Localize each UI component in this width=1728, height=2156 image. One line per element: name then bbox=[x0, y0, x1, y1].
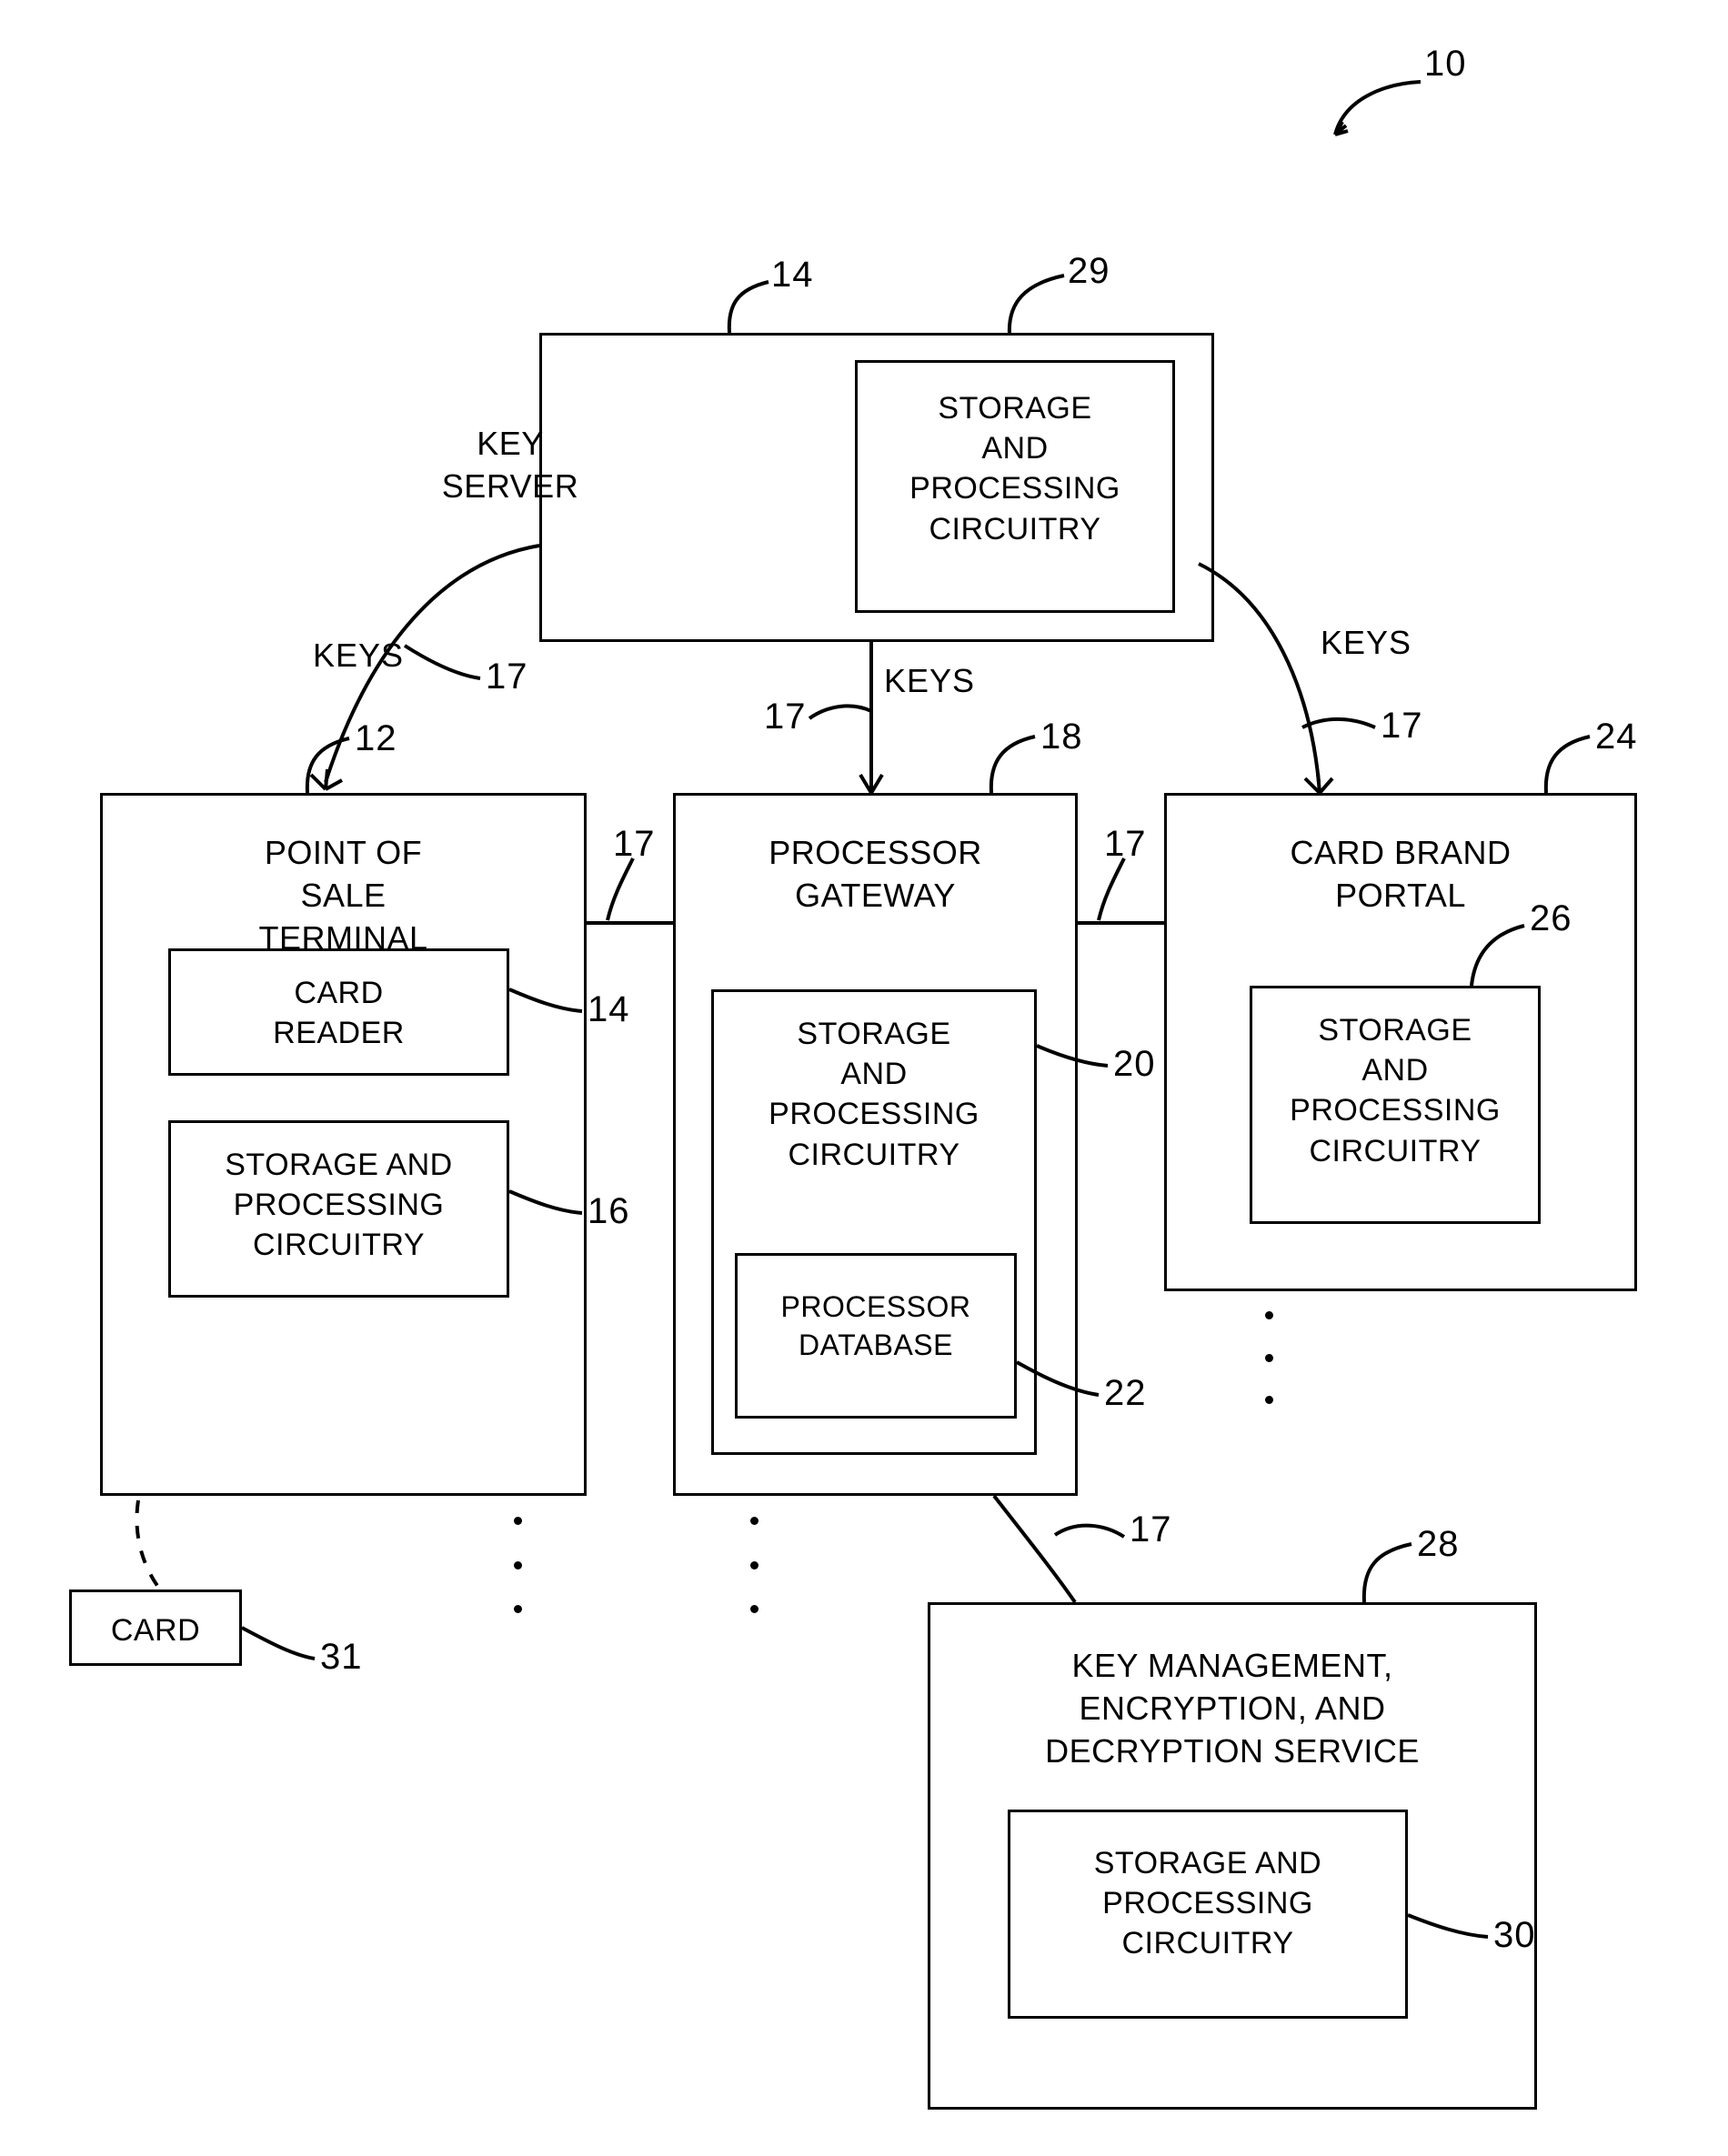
keys-label-right: KEYS bbox=[1321, 624, 1412, 661]
connector-gateway-portal bbox=[1078, 857, 1164, 925]
ellipsis-dot bbox=[513, 1605, 522, 1613]
key-server-storage-label: STORAGE AND PROCESSING CIRCUITRY bbox=[909, 391, 1120, 547]
ref-30-key-service-storage: 30 bbox=[1493, 1915, 1536, 1955]
ref-18-processor-gateway: 18 bbox=[1040, 717, 1083, 757]
ellipsis-dot bbox=[749, 1517, 759, 1525]
connector-gateway-service bbox=[992, 1494, 1126, 1604]
ellipsis-card-brand-portal bbox=[1264, 1311, 1273, 1404]
pos-storage-label: STORAGE AND PROCESSING CIRCUITRY bbox=[225, 1148, 453, 1263]
ref-17-keys-right: 17 bbox=[1381, 706, 1423, 746]
ref-10: 10 bbox=[1424, 44, 1467, 84]
ellipsis-dot bbox=[513, 1560, 522, 1569]
figure-ref-leader bbox=[1333, 80, 1422, 136]
key-server-storage-box[interactable]: STORAGE AND PROCESSING CIRCUITRY bbox=[855, 360, 1175, 613]
processor-database-label: PROCESSOR DATABASE bbox=[780, 1290, 971, 1361]
ref-28-key-service: 28 bbox=[1417, 1524, 1460, 1564]
arrow-keys-center bbox=[859, 642, 884, 795]
ref-17-gateway-service: 17 bbox=[1130, 1509, 1172, 1549]
ref-24-card-brand-portal: 24 bbox=[1595, 717, 1638, 757]
gateway-storage-label: STORAGE AND PROCESSING CIRCUITRY bbox=[769, 1017, 980, 1172]
card-reader-label: CARD READER bbox=[273, 976, 405, 1051]
ref-16-pos-storage: 16 bbox=[588, 1191, 630, 1231]
ref-14-key-server: 14 bbox=[771, 255, 814, 295]
card-box[interactable]: CARD bbox=[69, 1589, 242, 1666]
keys-label-center: KEYS bbox=[884, 662, 976, 699]
leader-17-keys-left bbox=[403, 644, 481, 680]
leader-17-keys-center bbox=[808, 704, 872, 720]
ref-17-keys-left: 17 bbox=[486, 657, 528, 697]
ref-26-portal-storage: 26 bbox=[1530, 898, 1572, 938]
ellipsis-dot bbox=[1264, 1353, 1273, 1362]
leader-14-key-server bbox=[727, 280, 769, 334]
card-reader-box[interactable]: CARD READER bbox=[168, 948, 509, 1076]
pos-terminal-label: POINT OF SALE TERMINAL bbox=[258, 834, 428, 957]
processor-gateway-label: PROCESSOR GATEWAY bbox=[769, 834, 982, 914]
leader-28-key-service bbox=[1361, 1542, 1412, 1603]
keys-label-left: KEYS bbox=[313, 637, 405, 674]
ellipsis-dot bbox=[749, 1560, 759, 1569]
ellipsis-dot bbox=[513, 1517, 522, 1525]
portal-storage-box[interactable]: STORAGE AND PROCESSING CIRCUITRY bbox=[1250, 986, 1541, 1224]
ref-31-card: 31 bbox=[320, 1637, 363, 1677]
ref-12-pos-terminal: 12 bbox=[355, 718, 397, 758]
patent-figure: KEY SERVER STORAGE AND PROCESSING CIRCUI… bbox=[0, 0, 1728, 2156]
connector-pos-gateway bbox=[587, 857, 673, 925]
leader-12-pos-terminal bbox=[305, 737, 350, 794]
card-label: CARD bbox=[110, 1613, 201, 1648]
ellipsis-dot bbox=[749, 1605, 759, 1613]
ref-17-keys-center: 17 bbox=[764, 697, 807, 737]
dashed-link-pos-card bbox=[135, 1499, 162, 1591]
leader-24-card-brand-portal bbox=[1543, 735, 1591, 794]
ref-17-gateway-portal: 17 bbox=[1104, 824, 1147, 864]
ref-22-processor-database: 22 bbox=[1104, 1373, 1147, 1413]
ellipsis-dot bbox=[1264, 1396, 1273, 1404]
ellipsis-pos-terminal bbox=[513, 1517, 522, 1613]
ref-29-key-server-storage: 29 bbox=[1068, 251, 1110, 291]
leader-17-keys-right bbox=[1301, 717, 1376, 729]
key-service-storage-box[interactable]: STORAGE AND PROCESSING CIRCUITRY bbox=[1008, 1810, 1408, 2019]
leader-29-key-server-storage bbox=[1007, 274, 1065, 336]
arrow-keys-right bbox=[1198, 562, 1334, 795]
key-service-label: KEY MANAGEMENT, ENCRYPTION, AND DECRYPTI… bbox=[1045, 1647, 1420, 1770]
leader-18-processor-gateway bbox=[989, 735, 1036, 794]
key-service-storage-label: STORAGE AND PROCESSING CIRCUITRY bbox=[1093, 1846, 1322, 1961]
ellipsis-processor-gateway bbox=[749, 1517, 759, 1613]
ellipsis-dot bbox=[1264, 1311, 1273, 1319]
key-server-label: KEY SERVER bbox=[441, 425, 579, 505]
processor-database-box[interactable]: PROCESSOR DATABASE bbox=[735, 1253, 1017, 1419]
leader-31-card bbox=[241, 1626, 316, 1660]
portal-storage-label: STORAGE AND PROCESSING CIRCUITRY bbox=[1290, 1013, 1501, 1168]
ref-20-gateway-storage: 20 bbox=[1113, 1044, 1156, 1084]
ref-14-card-reader: 14 bbox=[588, 989, 630, 1029]
ref-17-pos-gateway: 17 bbox=[613, 824, 656, 864]
pos-storage-box[interactable]: STORAGE AND PROCESSING CIRCUITRY bbox=[168, 1120, 509, 1298]
